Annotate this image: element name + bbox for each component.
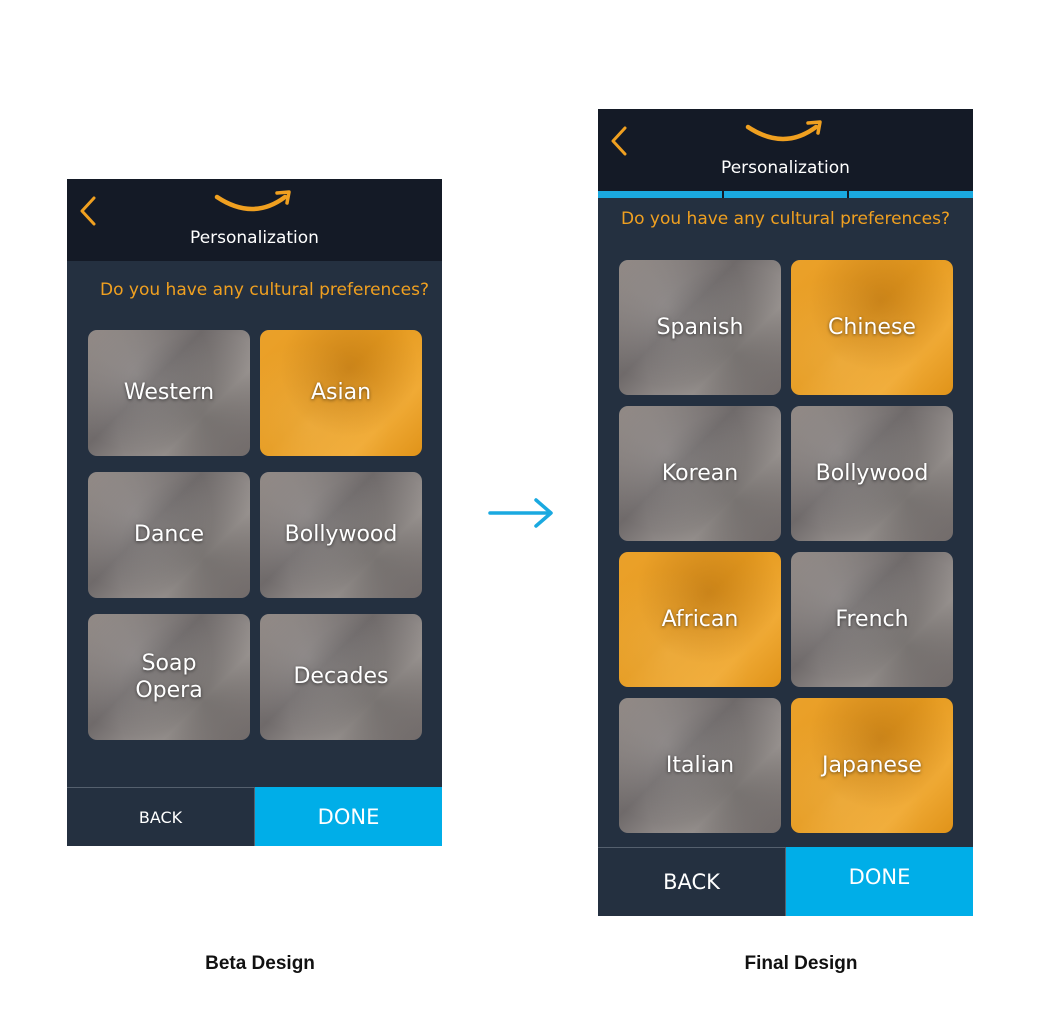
category-label: Decades: [293, 664, 389, 690]
arrow-right-icon: [488, 497, 556, 533]
category-label: Spanish: [656, 314, 744, 340]
category-tile[interactable]: Chinese: [791, 260, 953, 395]
category-tile[interactable]: Dance: [88, 472, 250, 598]
top-bar: Personalization: [67, 179, 442, 261]
category-label: Bollywood: [815, 460, 929, 486]
final-caption: Final Design: [744, 953, 858, 974]
done-button[interactable]: DONE: [255, 787, 442, 846]
category-tile[interactable]: Western: [88, 330, 250, 456]
chevron-left-icon[interactable]: [610, 125, 628, 161]
footer-bar: BACK DONE: [598, 847, 973, 916]
footer-bar: BACK DONE: [67, 787, 442, 846]
category-label: African: [661, 606, 739, 632]
category-label: Western: [123, 380, 215, 406]
category-label: Japanese: [822, 752, 922, 778]
page-title: Personalization: [190, 228, 319, 248]
final-phone-screen: Personalization Do you have any cultural…: [598, 109, 973, 916]
category-tile[interactable]: Spanish: [619, 260, 781, 395]
category-tile[interactable]: French: [791, 552, 953, 687]
category-label: Bollywood: [284, 522, 398, 548]
question-text: Do you have any cultural preferences?: [100, 280, 429, 300]
category-label: Korean: [661, 460, 739, 486]
beta-caption: Beta Design: [205, 953, 315, 974]
category-tile[interactable]: Korean: [619, 406, 781, 541]
category-label: Italian: [665, 752, 735, 778]
page-title: Personalization: [721, 158, 850, 178]
progress-segment: [723, 191, 848, 198]
category-tile[interactable]: Italian: [619, 698, 781, 833]
top-bar: Personalization: [598, 109, 973, 191]
category-tile[interactable]: African: [619, 552, 781, 687]
category-label: Chinese: [828, 314, 916, 340]
category-label: Soap Opera: [135, 650, 203, 704]
question-text: Do you have any cultural preferences?: [621, 209, 950, 229]
beta-phone-screen: Personalization Do you have any cultural…: [67, 179, 442, 846]
progress-segment: [598, 191, 722, 198]
category-tile[interactable]: Bollywood: [791, 406, 953, 541]
done-button[interactable]: DONE: [786, 847, 973, 916]
progress-segment: [849, 191, 973, 198]
category-label: Dance: [134, 522, 204, 548]
category-tile[interactable]: Asian: [260, 330, 422, 456]
category-tile[interactable]: Japanese: [791, 698, 953, 833]
category-tile[interactable]: Soap Opera: [88, 614, 250, 740]
back-button[interactable]: BACK: [598, 847, 786, 916]
category-tile[interactable]: Bollywood: [260, 472, 422, 598]
smile-logo-icon: [213, 189, 297, 219]
smile-logo-icon: [744, 119, 828, 149]
chevron-left-icon[interactable]: [79, 195, 97, 231]
category-label: French: [835, 606, 909, 632]
back-button[interactable]: BACK: [67, 787, 255, 846]
progress-bar: [598, 191, 973, 198]
category-label: Asian: [310, 380, 372, 406]
category-tile[interactable]: Decades: [260, 614, 422, 740]
